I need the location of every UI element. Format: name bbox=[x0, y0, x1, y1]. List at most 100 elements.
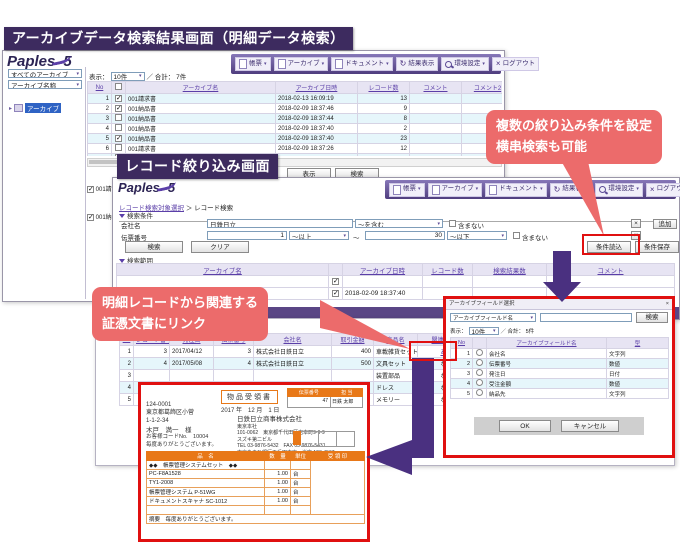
col-archive-name[interactable]: アーカイブ名 bbox=[126, 82, 276, 94]
chevron-down-icon: ▾ bbox=[501, 233, 504, 239]
show-results-button[interactable]: ↻結果表示 bbox=[396, 57, 439, 71]
save-conditions-button[interactable]: 条件保存 bbox=[635, 241, 679, 253]
archive-button[interactable]: アーカイブ▾ bbox=[274, 57, 329, 71]
table-row: 4受注金額数値 bbox=[451, 379, 669, 389]
reports-button[interactable]: 帳票▾ bbox=[235, 57, 271, 71]
col-record-count[interactable]: レコード数 bbox=[423, 264, 473, 276]
archive-scope-select[interactable]: すべてのアーカイブ▾ bbox=[8, 69, 82, 78]
logout-button[interactable]: ×ログアウト bbox=[492, 57, 539, 71]
condition-row-company: 会社名 日鉄日立 ～を含む▾ 含まない × 追加 bbox=[113, 219, 679, 230]
document-button[interactable]: ドキュメント▾ bbox=[331, 57, 393, 71]
field-radio[interactable] bbox=[476, 389, 483, 396]
archive-results-table: No アーカイブ名 アーカイブ日時 レコード数 コメント コメント2 コメント3… bbox=[87, 81, 502, 156]
logout-button[interactable]: ×ログアウト bbox=[646, 183, 680, 197]
col-archive-datetime[interactable]: アーカイブ日時 bbox=[343, 264, 423, 276]
page-size-select[interactable]: 10件▾ bbox=[469, 327, 499, 335]
chevron-down-icon: ▾ bbox=[322, 62, 325, 67]
chevron-down-icon: ▾ bbox=[476, 187, 479, 192]
brand-name: Paples bbox=[118, 180, 160, 195]
row-checkbox[interactable] bbox=[332, 290, 339, 297]
col-result-count[interactable]: 検索結果数 bbox=[473, 264, 547, 276]
panel-button-strip: OK キャンセル bbox=[474, 417, 644, 435]
col-field-type[interactable]: 型 bbox=[607, 338, 669, 349]
row-checkbox[interactable] bbox=[332, 278, 339, 285]
ok-button[interactable]: OK bbox=[499, 420, 551, 432]
cancel-button[interactable]: キャンセル bbox=[561, 420, 619, 432]
chevron-down-icon: ▾ bbox=[636, 187, 639, 192]
total-count: ／ 合計： 7件 bbox=[147, 71, 187, 81]
table-row: 1会社名文字列 bbox=[451, 349, 669, 359]
settings-button[interactable]: 環境設定▾ bbox=[595, 183, 643, 197]
remove-condition-button[interactable]: × bbox=[631, 219, 641, 228]
logout-icon: × bbox=[496, 60, 501, 68]
col-comment[interactable]: コメント bbox=[547, 264, 675, 276]
receipt-title: 物品受領書 bbox=[221, 390, 278, 404]
table-row: 3装置部品なし bbox=[120, 370, 476, 382]
document-icon bbox=[278, 59, 286, 69]
seal-box bbox=[337, 431, 355, 447]
filter-icon bbox=[119, 214, 125, 218]
tree-item-archive[interactable]: ▸ アーカイブ bbox=[9, 103, 61, 113]
table-row: 3発注日日付 bbox=[451, 369, 669, 379]
chevron-down-icon: ▾ bbox=[540, 187, 543, 192]
slip-to-operator-select[interactable]: ～以下▾ bbox=[447, 231, 507, 240]
w1-display-bar: 表示： 10件▾ ／ 合計： 7件 bbox=[89, 71, 186, 81]
panel-search-button[interactable]: 検索 bbox=[636, 312, 668, 323]
page-size-select[interactable]: 10件▾ bbox=[111, 72, 145, 81]
archive-button[interactable]: アーカイブ▾ bbox=[428, 183, 483, 197]
field-radio[interactable] bbox=[476, 379, 483, 386]
reports-button[interactable]: 帳票▾ bbox=[389, 183, 425, 197]
col-archive-name[interactable]: アーカイブ名 bbox=[117, 264, 329, 276]
slip-to-input[interactable]: 30 bbox=[365, 231, 445, 240]
company-input[interactable]: 日鉄日立 bbox=[207, 219, 353, 228]
settings-button[interactable]: 環境設定▾ bbox=[441, 57, 489, 71]
col-comment1[interactable]: コメント bbox=[410, 82, 462, 94]
field-radio[interactable] bbox=[476, 369, 483, 376]
table-header-row: No アーカイブ名 アーカイブ日時 レコード数 コメント コメント2 コメント3… bbox=[88, 82, 503, 94]
row-checkbox[interactable] bbox=[115, 124, 122, 131]
expander-icon[interactable]: ▸ bbox=[9, 105, 12, 112]
tree-item-label: アーカイブ bbox=[25, 103, 61, 113]
exclude-checkbox[interactable] bbox=[449, 220, 456, 227]
field-search-input[interactable] bbox=[540, 313, 632, 322]
col-comment2[interactable]: コメント2 bbox=[462, 82, 503, 94]
row-checkbox[interactable] bbox=[115, 95, 122, 102]
search-button[interactable]: 検索 bbox=[125, 241, 183, 253]
receipt-addressee: 124-0001 東京都葛飾区小菅 1-1-2-34 木戸 満一 様 bbox=[146, 401, 194, 435]
col-field-name[interactable]: アーカイブフィールド名 bbox=[487, 338, 607, 349]
slip-from-input[interactable]: 1 bbox=[207, 231, 287, 240]
chevron-down-icon: ▾ bbox=[437, 221, 440, 227]
field-name-select[interactable]: アーカイブフィールド名▾ bbox=[450, 313, 536, 322]
slip-from-operator-select[interactable]: ～以上▾ bbox=[289, 231, 349, 240]
field-radio[interactable] bbox=[476, 349, 483, 356]
col-archive-datetime[interactable]: アーカイブ日時 bbox=[276, 82, 358, 94]
close-icon[interactable]: × bbox=[666, 299, 669, 309]
chevron-down-icon: ▾ bbox=[343, 233, 346, 239]
field-table: No アーカイブフィールド名 型 1会社名文字列 2伝票番号数値 3発注日日付 … bbox=[450, 337, 669, 399]
col-record-count[interactable]: レコード数 bbox=[358, 82, 410, 94]
exclude-checkbox[interactable] bbox=[513, 232, 520, 239]
add-condition-button[interactable]: 追加 bbox=[653, 219, 677, 229]
row-checkbox[interactable] bbox=[87, 186, 94, 193]
row-checkbox[interactable] bbox=[87, 214, 94, 221]
callout-linked-documents: 明細レコードから関連する証憑文書にリンク bbox=[92, 287, 268, 341]
document-button[interactable]: ドキュメント▾ bbox=[485, 183, 547, 197]
clear-button[interactable]: クリア bbox=[191, 241, 249, 253]
select-all-checkbox[interactable] bbox=[115, 83, 122, 90]
panel-title: アーカイブフィールド選択 bbox=[449, 301, 515, 307]
company-operator-select[interactable]: ～を含む▾ bbox=[355, 219, 443, 228]
row-checkbox[interactable] bbox=[115, 114, 122, 121]
field-radio[interactable] bbox=[476, 359, 483, 366]
receipt-date: 2017 年 12 月 1 日 bbox=[221, 407, 279, 415]
slip-number-value: 47 bbox=[287, 397, 331, 408]
archive-name-select[interactable]: アーカイブ名称▾ bbox=[8, 80, 82, 89]
row-checkbox[interactable] bbox=[115, 105, 122, 112]
row-checkbox[interactable] bbox=[115, 135, 122, 142]
person-value: 日鉄 太郎 bbox=[331, 397, 363, 408]
show-results-button[interactable]: ↻結果表示 bbox=[550, 183, 593, 197]
col-no: No bbox=[88, 82, 112, 94]
col-amount[interactable]: 取引金額 bbox=[332, 334, 374, 346]
row-checkbox[interactable] bbox=[115, 144, 122, 151]
customer-code: お客様コードNo. 10004 bbox=[146, 433, 208, 441]
seal-column bbox=[311, 461, 365, 515]
